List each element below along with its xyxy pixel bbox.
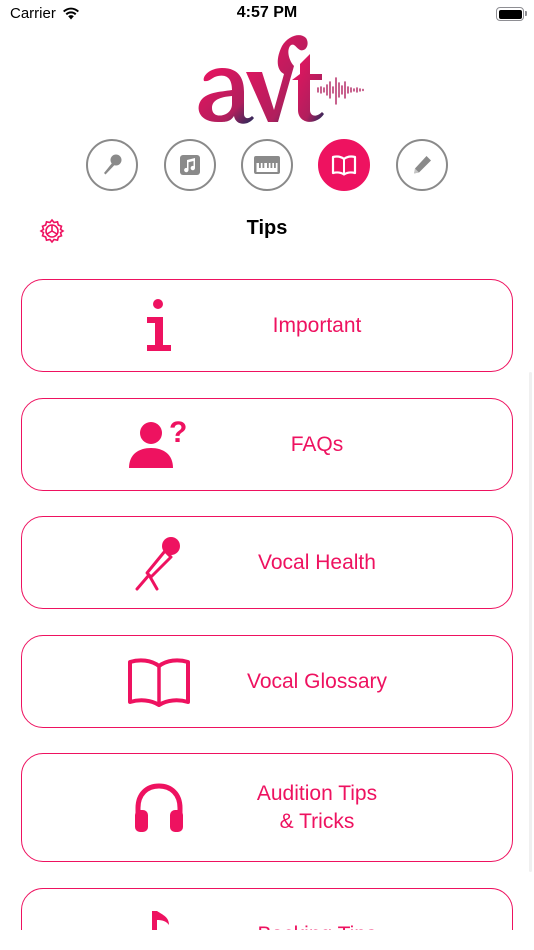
item-label: FAQs <box>290 432 344 456</box>
book-icon <box>331 155 357 176</box>
item-label: Backing Tips <box>182 921 512 931</box>
app-logo <box>198 35 364 124</box>
page-title: Tips <box>246 217 288 239</box>
tips-list[interactable]: Important ? FAQs Vocal Health Vocal Glos… <box>0 262 534 930</box>
list-item-audition-tips[interactable]: Audition Tips & Tricks <box>21 753 513 862</box>
info-icon <box>141 298 177 354</box>
tab-bar <box>0 139 534 193</box>
list-item-vocal-glossary[interactable]: Vocal Glossary <box>21 635 513 728</box>
tab-notes[interactable] <box>396 139 448 191</box>
item-label: Audition Tips & Tricks <box>182 780 512 836</box>
microphone-icon <box>104 154 122 175</box>
item-label-line-2: & Tricks <box>279 809 355 833</box>
music-note-icon <box>180 155 200 175</box>
item-label: Important <box>272 313 362 337</box>
music-note-icon <box>139 907 179 930</box>
battery-icon <box>496 7 527 21</box>
list-item-faqs[interactable]: ? FAQs <box>21 398 513 491</box>
pencil-icon <box>414 156 431 174</box>
item-label: Vocal Health <box>258 550 376 574</box>
clock: 4:57 PM <box>236 4 298 21</box>
status-bar: Carrier 4:57 PM <box>0 0 534 28</box>
headphones-icon <box>132 780 186 836</box>
tab-music[interactable] <box>164 139 216 191</box>
tab-microphone[interactable] <box>86 139 138 191</box>
microphone-stand-icon <box>131 535 187 591</box>
list-item-vocal-health[interactable]: Vocal Health <box>21 516 513 609</box>
tab-piano[interactable] <box>241 139 293 191</box>
tab-tips[interactable] <box>318 139 370 191</box>
list-item-backing-tips[interactable]: Backing Tips <box>21 888 513 930</box>
item-label-line-1: Audition Tips <box>256 781 378 805</box>
item-label: Vocal Glossary <box>246 669 388 693</box>
piano-keyboard-icon <box>254 156 280 174</box>
list-item-important[interactable]: Important <box>21 279 513 372</box>
scrollbar[interactable] <box>529 372 532 872</box>
